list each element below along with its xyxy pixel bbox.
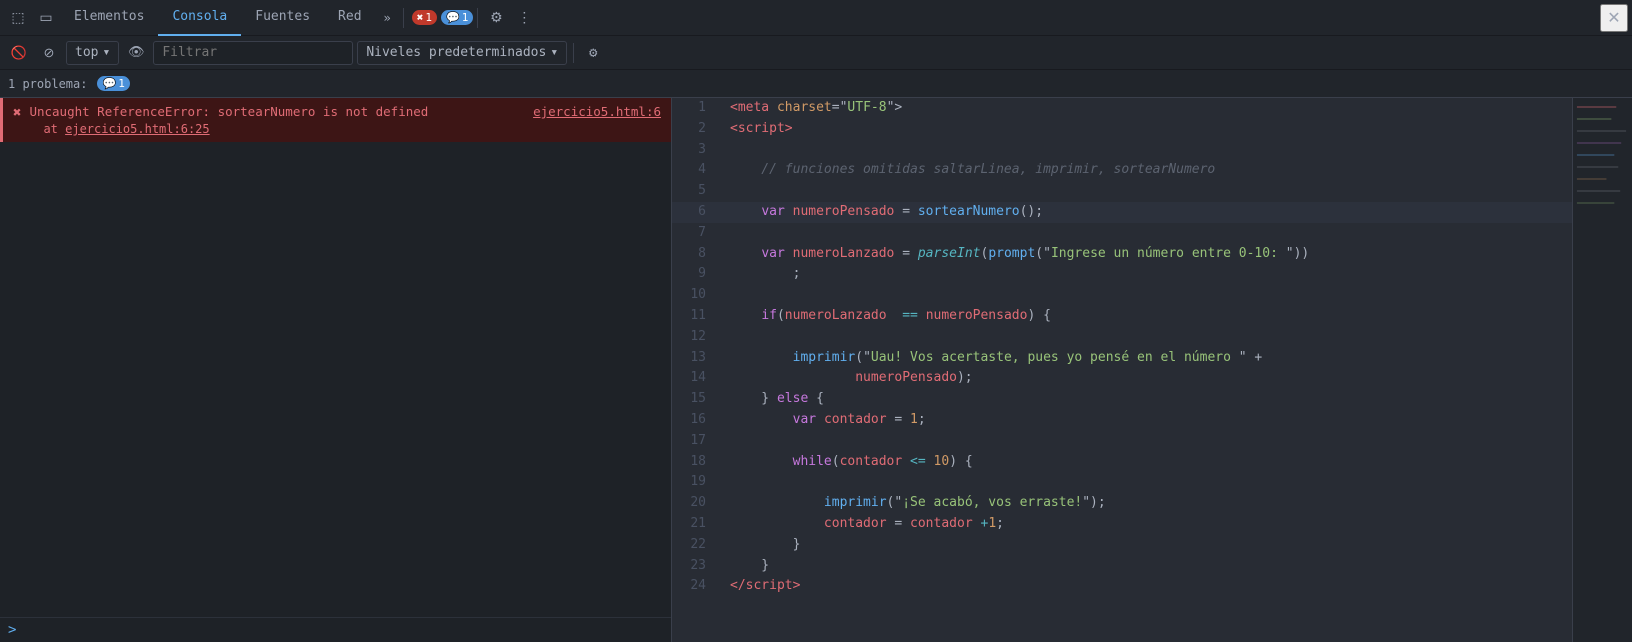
line-content: while(contador <= 10) {: [722, 452, 1572, 473]
line-number: 9: [672, 264, 722, 285]
line-content: [722, 431, 1572, 452]
console-prompt: >: [8, 622, 16, 638]
line-content: // funciones omitidas saltarLinea, impri…: [722, 160, 1572, 181]
line-number: 15: [672, 389, 722, 410]
issues-bar: 1 problema: 💬 1: [0, 70, 1632, 98]
line-number: 11: [672, 306, 722, 327]
line-number: 14: [672, 368, 722, 389]
line-number: 23: [672, 556, 722, 577]
line-content: }: [722, 556, 1572, 577]
tab-consola[interactable]: Consola: [158, 0, 241, 36]
line-number: 22: [672, 535, 722, 556]
line-content: imprimir("Uau! Vos acertaste, pues yo pe…: [722, 348, 1572, 369]
devtools-toolbar: ⬚ ▭ Elementos Consola Fuentes Red » ✖ 1 …: [0, 0, 1632, 36]
device-icon[interactable]: ▭: [32, 4, 60, 32]
line-content: var numeroPensado = sortearNumero();: [722, 202, 1572, 223]
console-toolbar: 🚫 ⊘ top ▾ 👁 Niveles predeterminados ▾ ⚙: [0, 36, 1632, 70]
line-content: numeroPensado);: [722, 368, 1572, 389]
tab-fuentes[interactable]: Fuentes: [241, 0, 324, 36]
line-content: if(numeroLanzado == numeroPensado) {: [722, 306, 1572, 327]
code-panel: 1<meta charset="UTF-8">2<script>34 // fu…: [672, 98, 1572, 642]
context-dropdown[interactable]: top ▾: [66, 41, 119, 65]
filter-input[interactable]: [153, 41, 353, 65]
gear-icon[interactable]: ⚙: [580, 40, 606, 66]
line-number: 3: [672, 140, 722, 161]
line-number: 10: [672, 285, 722, 306]
main-layout: ✖ Uncaught ReferenceError: sortearNumero…: [0, 98, 1632, 642]
block-icon[interactable]: ⊘: [36, 40, 62, 66]
line-number: 24: [672, 576, 722, 597]
line-content: </script>: [722, 576, 1572, 597]
tab-more-button[interactable]: »: [376, 0, 399, 36]
line-content: [722, 472, 1572, 493]
chevron-down-icon: ▾: [550, 45, 558, 60]
line-number: 2: [672, 119, 722, 140]
inspect-icon[interactable]: ⬚: [4, 4, 32, 32]
chevron-down-icon: ▾: [102, 45, 110, 60]
error-file-link[interactable]: ejercicio5.html:6: [533, 104, 661, 119]
console-panel: ✖ Uncaught ReferenceError: sortearNumero…: [0, 98, 672, 642]
line-number: 20: [672, 493, 722, 514]
error-message: Uncaught ReferenceError: sortearNumero i…: [29, 104, 428, 119]
minimap: [1572, 98, 1632, 642]
levels-dropdown[interactable]: Niveles predeterminados ▾: [357, 41, 567, 65]
line-content: var contador = 1;: [722, 410, 1572, 431]
error-icon: ✖: [13, 105, 21, 121]
line-content: <script>: [722, 119, 1572, 140]
line-number: 4: [672, 160, 722, 181]
clear-console-icon[interactable]: 🚫: [6, 40, 32, 66]
line-content: ;: [722, 264, 1572, 285]
line-number: 8: [672, 244, 722, 265]
line-content: [722, 223, 1572, 244]
line-number: 18: [672, 452, 722, 473]
issues-label: 1 problema:: [8, 77, 87, 91]
line-content: } else {: [722, 389, 1572, 410]
settings-icon[interactable]: ⚙: [482, 4, 510, 32]
tab-elementos[interactable]: Elementos: [60, 0, 158, 36]
console-input-row: >: [0, 617, 671, 642]
line-number: 1: [672, 98, 722, 119]
warning-badge: 💬 1: [441, 10, 473, 25]
more-options-icon[interactable]: ⋮: [510, 4, 538, 32]
line-number: 12: [672, 327, 722, 348]
line-number: 16: [672, 410, 722, 431]
line-content: imprimir("¡Se acabó, vos erraste!");: [722, 493, 1572, 514]
tab-list: Elementos Consola Fuentes Red »: [60, 0, 399, 35]
tab-red[interactable]: Red: [324, 0, 375, 36]
line-content: }: [722, 535, 1572, 556]
line-number: 17: [672, 431, 722, 452]
line-content: [722, 140, 1572, 161]
error-at-link[interactable]: ejercicio5.html:6:25: [65, 122, 210, 136]
line-number: 6: [672, 202, 722, 223]
toolbar-separator-3: [573, 43, 574, 63]
line-content: var numeroLanzado = parseInt(prompt("Ing…: [722, 244, 1572, 265]
line-number: 7: [672, 223, 722, 244]
issues-badge: 💬 1: [97, 76, 129, 91]
line-content: [722, 181, 1572, 202]
console-input[interactable]: [22, 623, 663, 638]
error-row: ✖ Uncaught ReferenceError: sortearNumero…: [0, 98, 671, 142]
eye-icon[interactable]: 👁: [123, 40, 149, 66]
line-number: 13: [672, 348, 722, 369]
line-content: contador = contador +1;: [722, 514, 1572, 535]
toolbar-separator-2: [477, 8, 478, 28]
error-source: at ejercicio5.html:6:25: [43, 122, 661, 136]
line-number: 21: [672, 514, 722, 535]
line-content: [722, 285, 1572, 306]
error-content: Uncaught ReferenceError: sortearNumero i…: [29, 104, 661, 136]
code-table: 1<meta charset="UTF-8">2<script>34 // fu…: [672, 98, 1572, 597]
line-number: 5: [672, 181, 722, 202]
toolbar-separator: [403, 8, 404, 28]
close-button[interactable]: ✕: [1600, 4, 1628, 32]
line-content: <meta charset="UTF-8">: [722, 98, 1572, 119]
line-content: [722, 327, 1572, 348]
error-badge: ✖ 1: [412, 10, 437, 25]
line-number: 19: [672, 472, 722, 493]
